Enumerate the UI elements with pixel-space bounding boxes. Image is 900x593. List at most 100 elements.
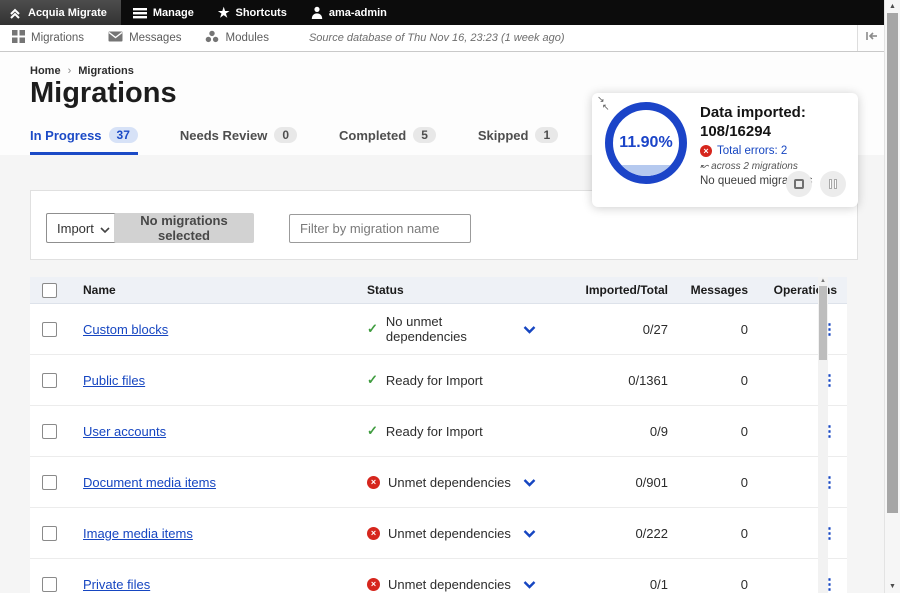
chevron-down-icon[interactable]	[523, 526, 536, 541]
row-checkbox[interactable]	[42, 424, 57, 439]
no-migrations-selected-button[interactable]: No migrations selected	[114, 213, 254, 243]
messages-cell: 0	[668, 577, 748, 592]
table-row: Public files ✓ Ready for Import 0/1361 0…	[30, 355, 847, 406]
header-status: Status	[367, 283, 523, 297]
table-row: Custom blocks ✓ No unmet dependencies 0/…	[30, 304, 847, 355]
messages-cell: 0	[668, 475, 748, 490]
status-text: Unmet dependencies	[388, 577, 511, 592]
migrations-label: Migrations	[31, 32, 84, 44]
page-scroll-down-icon[interactable]: ▼	[885, 583, 900, 590]
imported-total-cell: 0/1361	[557, 373, 668, 388]
toolbar-item-messages[interactable]: Messages	[96, 31, 193, 45]
tab-label: In Progress	[30, 128, 102, 143]
breadcrumb-current: Migrations	[78, 65, 134, 77]
breadcrumb: Home›Migrations	[30, 65, 134, 77]
progress-percent: 11.90%	[613, 110, 679, 176]
toolbar-item-migrations[interactable]: Migrations	[0, 30, 96, 46]
table-scrollbar-thumb[interactable]	[819, 286, 827, 360]
star-icon: ★	[218, 5, 230, 21]
header-operations: Operations	[748, 283, 847, 297]
tab-skipped[interactable]: Skipped 1	[478, 127, 558, 155]
tab-in-progress[interactable]: In Progress 37	[30, 127, 138, 155]
toolbar-collapse-button[interactable]	[857, 25, 884, 51]
tab-completed[interactable]: Completed 5	[339, 127, 436, 155]
progress-actions	[786, 171, 846, 197]
error-icon: ×	[367, 578, 380, 591]
content-area: Import No migrations selected Name Statu…	[0, 155, 884, 593]
migration-name-link[interactable]: Public files	[83, 373, 145, 388]
header-name: Name	[83, 283, 367, 297]
total-errors-label: Total errors: 2	[717, 145, 787, 157]
shortcuts-menu-item[interactable]: ★ Shortcuts	[206, 0, 299, 25]
imported-total-cell: 0/9	[557, 424, 668, 439]
messages-cell: 0	[668, 526, 748, 541]
page-title: Migrations	[30, 77, 177, 110]
header-messages: Messages	[668, 283, 748, 297]
grid-icon	[12, 30, 25, 46]
brand-label: Acquia Migrate	[28, 7, 107, 19]
messages-label: Messages	[129, 32, 181, 44]
tab-label: Completed	[339, 128, 406, 143]
tab-count-badge: 0	[274, 127, 297, 143]
table-row: Private files × Unmet dependencies 0/1 0…	[30, 559, 847, 593]
page-scroll-up-icon[interactable]: ▲	[885, 3, 900, 10]
table-scroll-up-icon[interactable]: ▲	[818, 278, 828, 284]
page-scrollbar-thumb[interactable]	[887, 13, 898, 513]
tab-count-badge: 1	[535, 127, 558, 143]
row-checkbox[interactable]	[42, 526, 57, 541]
imported-total-cell: 0/222	[557, 526, 668, 541]
manage-label: Manage	[153, 7, 194, 19]
tabs: In Progress 37 Needs Review 0 Completed …	[30, 127, 678, 155]
migrations-table: Name Status Imported/Total Messages Oper…	[30, 277, 847, 593]
pause-import-button[interactable]	[820, 171, 846, 197]
status-text: Ready for Import	[386, 373, 483, 388]
row-checkbox[interactable]	[42, 577, 57, 592]
migration-name-link[interactable]: Document media items	[83, 475, 216, 490]
stop-import-button[interactable]	[786, 171, 812, 197]
select-all-checkbox[interactable]	[42, 283, 57, 298]
error-icon: ×	[367, 476, 380, 489]
shortcuts-label: Shortcuts	[235, 7, 286, 19]
row-checkbox[interactable]	[42, 475, 57, 490]
table-body: Custom blocks ✓ No unmet dependencies 0/…	[30, 304, 847, 593]
envelope-icon	[108, 31, 123, 45]
total-errors-link[interactable]: × Total errors: 2	[700, 145, 850, 157]
imported-total-cell: 0/27	[557, 322, 668, 337]
import-dropdown-button[interactable]: Import	[46, 213, 121, 243]
status-text: Ready for Import	[386, 424, 483, 439]
messages-cell: 0	[668, 424, 748, 439]
tab-needs-review[interactable]: Needs Review 0	[180, 127, 297, 155]
status-text: Unmet dependencies	[388, 526, 511, 541]
check-icon: ✓	[367, 321, 378, 337]
toolbar-item-modules[interactable]: Modules	[193, 30, 280, 46]
chevron-down-icon[interactable]	[523, 475, 536, 490]
error-icon: ×	[700, 145, 712, 157]
tab-label: Skipped	[478, 128, 529, 143]
migration-name-filter-input[interactable]	[289, 214, 471, 243]
brand-tab[interactable]: Acquia Migrate	[0, 0, 121, 25]
collapse-card-icon[interactable]: ↘ ↖	[597, 95, 610, 111]
page-scrollbar[interactable]: ▲ ▼	[884, 0, 900, 593]
chevron-down-icon[interactable]	[523, 322, 536, 337]
acquia-migrate-screen: Acquia Migrate Manage ★ Shortcuts ama-ad…	[0, 0, 900, 593]
status-text: No unmet dependencies	[386, 314, 523, 344]
migration-name-link[interactable]: Private files	[83, 577, 150, 592]
row-checkbox[interactable]	[42, 322, 57, 337]
import-label: Import	[57, 221, 94, 236]
user-menu-item[interactable]: ama-admin	[299, 0, 399, 25]
modules-icon	[205, 30, 219, 46]
manage-menu-item[interactable]: Manage	[121, 0, 206, 25]
migration-name-link[interactable]: User accounts	[83, 424, 166, 439]
person-icon	[311, 6, 323, 19]
chevron-down-icon[interactable]	[523, 577, 536, 592]
migration-name-link[interactable]: Image media items	[83, 526, 193, 541]
source-database-note: Source database of Thu Nov 16, 23:23 (1 …	[309, 32, 565, 44]
messages-cell: 0	[668, 322, 748, 337]
breadcrumb-home[interactable]: Home	[30, 65, 61, 77]
data-imported-count: 108/16294	[700, 122, 850, 141]
migration-name-link[interactable]: Custom blocks	[83, 322, 168, 337]
row-checkbox[interactable]	[42, 373, 57, 388]
import-progress-card: ↘ ↖ 11.90% Data imported: 108/16294 × To…	[592, 93, 858, 207]
table-scrollbar[interactable]: ▲	[818, 277, 828, 593]
check-icon: ✓	[367, 423, 378, 439]
